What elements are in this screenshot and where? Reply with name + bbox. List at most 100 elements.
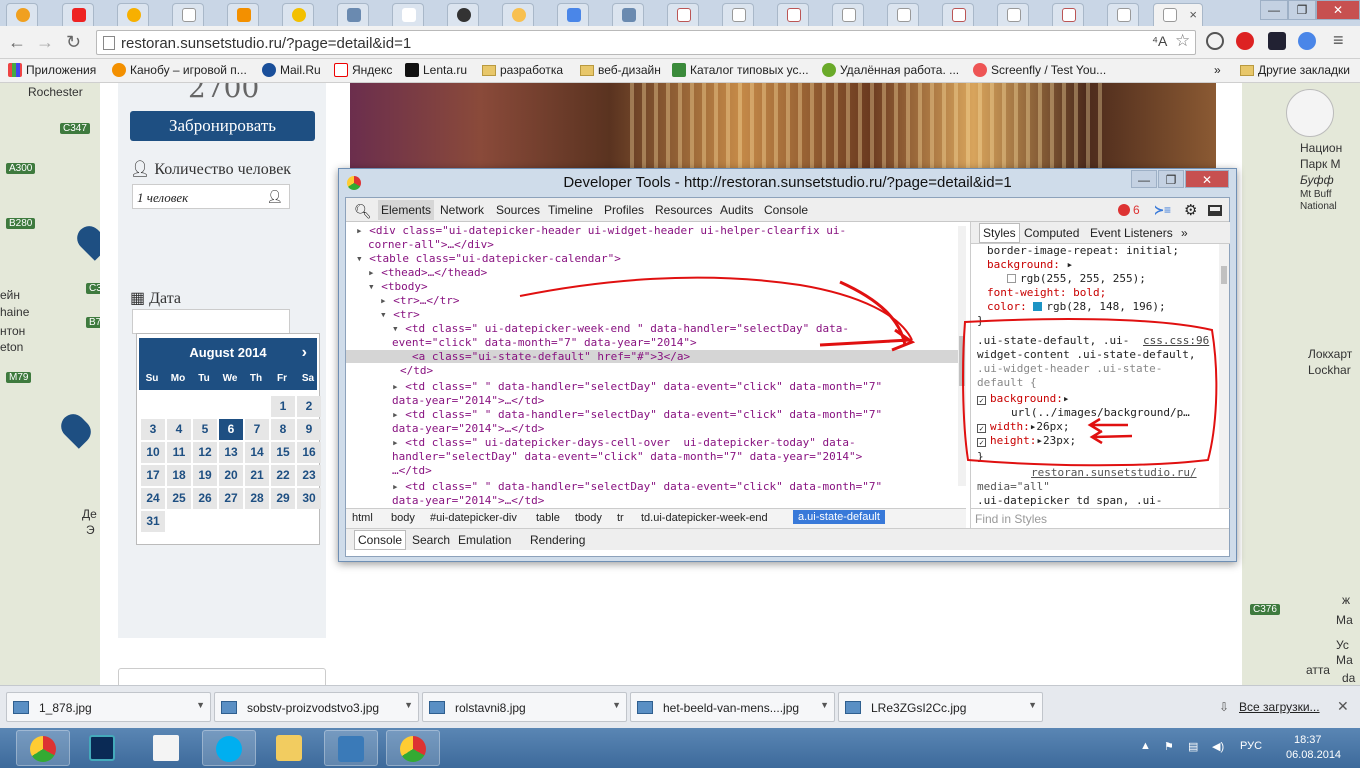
datepicker-day[interactable]: 12 <box>193 442 217 463</box>
datepicker-day[interactable]: 25 <box>167 488 191 509</box>
devtools-close-button[interactable]: ✕ <box>1185 170 1229 188</box>
dom-node-line[interactable]: event="click" data-month="7" data-year="… <box>392 336 697 349</box>
css-source-link[interactable]: css.css:96 <box>1143 334 1209 347</box>
other-bookmarks-folder[interactable]: Другие закладки <box>1240 63 1350 77</box>
browser-tab[interactable] <box>447 3 479 26</box>
dom-node-line[interactable]: ▾ <table class="ui-datepicker-calendar"> <box>356 252 621 265</box>
datepicker-day[interactable]: 21 <box>245 465 269 486</box>
browser-tab[interactable] <box>942 3 974 26</box>
expand-triangle-icon[interactable]: ▾ <box>356 252 369 265</box>
browser-tab[interactable] <box>777 3 809 26</box>
dom-node-line[interactable]: ▾ <tr> <box>380 308 420 321</box>
styles-overflow-button[interactable]: » <box>1181 226 1188 240</box>
map-left[interactable]: Rochester C347 A300 B280 C3 ейн haine B7… <box>0 83 112 685</box>
taskbar-chrome[interactable] <box>16 730 70 766</box>
tab-event-listeners[interactable]: Event Listeners <box>1090 226 1173 240</box>
map-right[interactable]: Национ Парк М Буфф Mt Buff National Локх… <box>1242 83 1360 685</box>
download-item[interactable]: het-beeld-van-mens....jpg ▼ <box>630 692 835 722</box>
datepicker-day[interactable]: 15 <box>271 442 295 463</box>
clock-time[interactable]: 18:37 <box>1294 734 1322 746</box>
datepicker-day[interactable]: 3 <box>141 419 165 440</box>
dom-node-line[interactable]: ▸ <td class=" " data-handler="selectDay"… <box>392 408 882 421</box>
bookmark-item[interactable]: Приложения <box>8 63 96 77</box>
browser-tab[interactable] <box>612 3 644 26</box>
reload-icon[interactable]: ↻ <box>66 32 81 53</box>
dom-node-line[interactable]: …</td> <box>392 464 432 477</box>
tab-console[interactable]: Console <box>764 203 808 217</box>
taskbar-chrome-2[interactable] <box>386 730 440 766</box>
dom-node-line[interactable]: data-year="2014">…</td> <box>392 494 544 507</box>
tab-styles[interactable]: Styles <box>979 223 1020 243</box>
settings-gear-icon[interactable]: ⚙ <box>1184 201 1197 219</box>
taskbar-skype[interactable] <box>202 730 256 766</box>
dom-node-line[interactable]: ▾ <td class=" ui-datepicker-week-end " d… <box>392 322 849 335</box>
all-downloads-link[interactable]: Все загрузки... <box>1239 700 1320 714</box>
back-icon[interactable]: ← <box>8 32 26 53</box>
bookmark-item[interactable]: Канобу – игровой п... <box>112 63 247 77</box>
browser-tab[interactable] <box>172 3 204 26</box>
next-month-icon[interactable]: › <box>302 338 307 368</box>
tab-network[interactable]: Network <box>440 203 484 217</box>
breadcrumb-item[interactable]: a.ui-state-default <box>793 510 885 524</box>
people-select[interactable]: 1 человек 👤︎ <box>132 184 290 209</box>
tab-timeline[interactable]: Timeline <box>548 203 593 217</box>
datepicker-day[interactable]: 16 <box>297 442 321 463</box>
dropdown-arrow-icon[interactable]: ▼ <box>612 700 621 710</box>
expand-triangle-icon[interactable]: ▸ <box>392 408 405 421</box>
breadcrumb-item[interactable]: tr <box>617 512 624 524</box>
browser-tab[interactable] <box>62 3 94 26</box>
drawer-tab-rendering[interactable]: Rendering <box>530 533 585 547</box>
menu-icon[interactable]: ≡ <box>1333 30 1344 51</box>
tab-elements[interactable]: Elements <box>378 200 435 220</box>
download-item[interactable]: sobstv-proizvodstvo3.jpg ▼ <box>214 692 419 722</box>
browser-tab[interactable] <box>722 3 754 26</box>
expand-triangle-icon[interactable]: ▾ <box>392 322 405 335</box>
datepicker-day[interactable]: 28 <box>245 488 269 509</box>
expand-triangle-icon[interactable]: ▸ <box>1036 434 1043 447</box>
extension-icon[interactable] <box>1298 32 1316 50</box>
datepicker-day[interactable]: 9 <box>297 419 321 440</box>
devtools-minimize-button[interactable]: — <box>1131 170 1157 188</box>
dom-node-line[interactable]: ▾ <tbody> <box>368 280 428 293</box>
datepicker-day[interactable]: 1 <box>271 396 295 417</box>
datepicker-day[interactable]: 18 <box>167 465 191 486</box>
datepicker-day[interactable]: 14 <box>245 442 269 463</box>
scrollbar-thumb[interactable] <box>1221 266 1227 284</box>
tray-flag-icon[interactable]: ⚑ <box>1164 740 1174 753</box>
expand-triangle-icon[interactable]: ▸ <box>356 224 369 237</box>
datepicker-day[interactable]: 5 <box>193 419 217 440</box>
dom-node-line[interactable]: handler="selectDay" data-event="click" d… <box>392 450 862 463</box>
dom-node-line[interactable]: ▸ <div class="ui-datepicker-header ui-wi… <box>356 224 846 237</box>
taskbar-photoshop[interactable] <box>76 730 130 766</box>
adblock-icon[interactable] <box>1236 32 1254 50</box>
taskbar-photos[interactable] <box>324 730 378 766</box>
breadcrumb-item[interactable]: tbody <box>575 512 602 524</box>
tab-audits[interactable]: Audits <box>720 203 753 217</box>
drawer-tab-console[interactable]: Console <box>354 530 407 550</box>
datepicker-day[interactable]: 23 <box>297 465 321 486</box>
expand-triangle-icon[interactable]: ▸ <box>392 480 405 493</box>
property-checkbox[interactable]: ✓ <box>977 424 986 433</box>
dom-node-line[interactable]: data-year="2014">…</td> <box>392 394 544 407</box>
tab-computed[interactable]: Computed <box>1024 226 1079 240</box>
scrollbar-thumb[interactable] <box>959 336 965 386</box>
expand-triangle-icon[interactable]: ▾ <box>368 280 381 293</box>
color-swatch-white[interactable] <box>1007 274 1016 283</box>
translate-icon[interactable]: ⁴A <box>1152 33 1167 49</box>
datepicker-day[interactable]: 11 <box>167 442 191 463</box>
bookmark-item[interactable]: Каталог типовых ус... <box>672 63 809 77</box>
datepicker-day[interactable]: 17 <box>141 465 165 486</box>
error-icon[interactable] <box>1118 204 1130 216</box>
datepicker-day[interactable]: 27 <box>219 488 243 509</box>
datepicker-day[interactable]: 8 <box>271 419 295 440</box>
datepicker-day[interactable]: 29 <box>271 488 295 509</box>
address-bar-url[interactable]: restoran.sunsetstudio.ru/?page=detail&id… <box>121 35 411 52</box>
tray-icon[interactable]: ▤ <box>1188 740 1198 753</box>
breadcrumb-item[interactable]: body <box>391 512 415 524</box>
close-window-button[interactable]: ✕ <box>1316 0 1360 20</box>
map-marker-icon[interactable] <box>56 409 96 449</box>
language-indicator[interactable]: РУС <box>1240 740 1262 752</box>
bookmark-item[interactable]: Удалённая работа. ... <box>822 63 959 77</box>
datepicker-day[interactable]: 4 <box>167 419 191 440</box>
browser-tab[interactable] <box>282 3 314 26</box>
